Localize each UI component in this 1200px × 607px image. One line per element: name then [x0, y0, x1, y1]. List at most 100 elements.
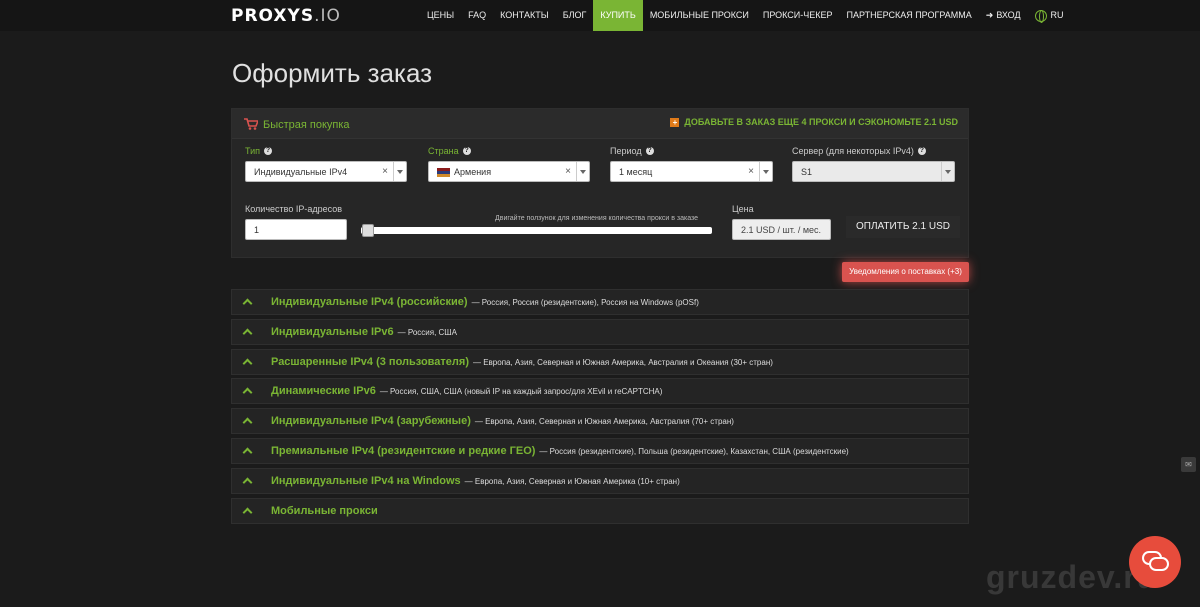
qty-input[interactable]: 1 [245, 219, 347, 240]
promo-text: ДОБАВЬТЕ В ЗАКАЗ ЕЩЕ 4 ПРОКСИ И СЭКОНОМЬ… [684, 117, 958, 127]
server-label-text: Сервер (для некоторых IPv4) [792, 146, 914, 156]
clear-icon[interactable]: × [382, 166, 388, 177]
quick-buy-header: Быстрая покупка + ДОБАВЬТЕ В ЗАКАЗ ЕЩЕ 4 … [232, 109, 968, 139]
nav-mobile-proxies[interactable]: МОБИЛЬНЫЕ ПРОКСИ [643, 0, 756, 31]
price-field: 2.1 USD / шт. / мес. [732, 219, 831, 240]
chevron-down-icon[interactable] [759, 162, 772, 181]
clear-icon[interactable]: × [748, 166, 754, 177]
chevron-up-icon [242, 297, 252, 307]
period-value: 1 месяц [619, 167, 653, 177]
chevron-up-icon [242, 327, 252, 337]
type-value: Индивидуальные IPv4 [254, 167, 348, 177]
section-desc: — Европа, Азия, Северная и Южная Америка… [464, 476, 680, 486]
logo-domain: .IO [314, 6, 341, 26]
quick-buy-title: Быстрая покупка [263, 119, 350, 131]
armenia-flag-icon [437, 167, 450, 177]
help-icon[interactable]: ? [917, 147, 926, 155]
country-select[interactable]: Армения × [428, 161, 590, 182]
notifications-button[interactable]: Уведомления о поставках (+3) [842, 262, 969, 282]
side-widget-icon[interactable]: ✉ [1181, 457, 1196, 472]
section-dynamic-ipv6[interactable]: Динамические IPv6— Россия, США, США (нов… [231, 378, 969, 404]
qty-label: Количество IP-адресов [245, 204, 342, 214]
section-title: Индивидуальные IPv4 (зарубежные) [271, 415, 471, 427]
section-desc: — Россия, США [397, 327, 457, 337]
login-link[interactable]: ➜ ВХОД [979, 0, 1028, 31]
help-icon[interactable]: ? [462, 147, 471, 155]
section-title: Индивидуальные IPv4 (российские) [271, 296, 468, 308]
type-label: Тип? [245, 146, 273, 156]
period-select[interactable]: 1 месяц × [610, 161, 773, 182]
chevron-up-icon [242, 386, 252, 396]
nav-faq[interactable]: FAQ [461, 0, 493, 31]
section-mobile-proxies[interactable]: Мобильные прокси [231, 498, 969, 524]
section-ipv4-foreign[interactable]: Индивидуальные IPv4 (зарубежные) — Европа… [231, 408, 969, 434]
type-label-text: Тип [245, 146, 261, 156]
clear-icon[interactable]: × [565, 166, 571, 177]
chevron-down-icon[interactable] [393, 162, 406, 181]
section-ipv6[interactable]: Индивидуальные IPv6— Россия, США [231, 319, 969, 345]
section-title: Индивидуальные IPv4 на Windows [271, 475, 461, 487]
logo-text: PROXYS [231, 6, 315, 26]
nav-blog[interactable]: БЛОГ [556, 0, 594, 31]
chevron-up-icon [242, 446, 252, 456]
plus-icon: + [670, 117, 680, 127]
section-title: Премиальные IPv4 (резидентские и редкие … [271, 445, 536, 457]
server-value: S1 [801, 167, 813, 177]
country-value-wrap: Армения [437, 167, 491, 177]
section-ipv4-russian[interactable]: Индивидуальные IPv4 (российские) — Россия… [231, 289, 969, 315]
section-desc: — Россия (резидентские), Польша (резиден… [539, 446, 849, 456]
globe-icon [1034, 9, 1047, 23]
cart-icon [244, 118, 258, 130]
nav-prices[interactable]: ЦЕНЫ [420, 0, 461, 31]
chevron-up-icon [242, 506, 252, 516]
period-label-text: Период [610, 146, 642, 156]
page-title: Оформить заказ [232, 58, 433, 88]
chat-icon-bubble [1149, 557, 1169, 571]
country-label-text: Страна [428, 146, 459, 156]
section-desc: — Россия, Россия (резидентские), Россия … [471, 297, 699, 307]
section-ipv4-windows[interactable]: Индивидуальные IPv4 на Windows — Европа, … [231, 468, 969, 494]
country-value: Армения [454, 167, 492, 177]
price-label-text: Цена [732, 204, 754, 214]
language-label: RU [1050, 10, 1064, 20]
section-shared-ipv4[interactable]: Расшаренные IPv4 (3 пользователя) — Европ… [231, 349, 969, 375]
main-nav: ЦЕНЫ FAQ КОНТАКТЫ БЛОГ КУПИТЬ МОБИЛЬНЫЕ … [420, 0, 1071, 31]
chevron-up-icon [242, 476, 252, 486]
section-title: Мобильные прокси [271, 505, 378, 517]
help-icon[interactable]: ? [645, 147, 654, 155]
top-navbar: PROXYS.IO ЦЕНЫ FAQ КОНТАКТЫ БЛОГ КУПИТЬ … [0, 0, 1200, 31]
chat-button[interactable] [1129, 536, 1181, 588]
language-switcher[interactable]: RU [1028, 0, 1071, 31]
chevron-up-icon [242, 357, 252, 367]
period-label: Период? [610, 146, 654, 156]
login-label: ВХОД [996, 10, 1021, 20]
nav-partner-program[interactable]: ПАРТНЕРСКАЯ ПРОГРАММА [840, 0, 979, 31]
pay-button[interactable]: ОПЛАТИТЬ 2.1 USD [846, 216, 960, 238]
promo-link[interactable]: + ДОБАВЬТЕ В ЗАКАЗ ЕЩЕ 4 ПРОКСИ И СЭКОНОМ… [670, 117, 958, 127]
nav-buy[interactable]: КУПИТЬ [593, 0, 643, 31]
section-title: Динамические IPv6 [271, 385, 376, 397]
server-select[interactable]: S1 [792, 161, 955, 182]
help-icon[interactable]: ? [264, 147, 273, 155]
section-title: Расшаренные IPv4 (3 пользователя) [271, 356, 469, 368]
login-icon: ➜ [985, 10, 994, 20]
nav-proxy-checker[interactable]: ПРОКСИ-ЧЕКЕР [756, 0, 840, 31]
chevron-down-icon[interactable] [941, 162, 954, 181]
section-title: Индивидуальные IPv6 [271, 326, 394, 338]
logo[interactable]: PROXYS.IO [231, 6, 341, 26]
chevron-up-icon [242, 416, 252, 426]
slider-hint: Двигайте ползунок для изменения количест… [495, 215, 699, 222]
section-desc: — Европа, Азия, Северная и Южная Америка… [474, 416, 734, 426]
nav-contacts[interactable]: КОНТАКТЫ [493, 0, 556, 31]
server-label: Сервер (для некоторых IPv4)? [792, 146, 926, 156]
section-premium-ipv4[interactable]: Премиальные IPv4 (резидентские и редкие … [231, 438, 969, 464]
type-select[interactable]: Индивидуальные IPv4 × [245, 161, 407, 182]
qty-slider-track[interactable] [361, 227, 712, 234]
country-label: Страна? [428, 146, 471, 156]
chevron-down-icon[interactable] [576, 162, 589, 181]
qty-slider-thumb[interactable] [362, 224, 374, 237]
price-label: Цена [732, 204, 754, 214]
section-desc: — Европа, Азия, Северная и Южная Америка… [473, 357, 773, 367]
qty-label-text: Количество IP-адресов [245, 204, 342, 214]
section-desc: — Россия, США, США (новый IP на каждый з… [379, 386, 663, 396]
